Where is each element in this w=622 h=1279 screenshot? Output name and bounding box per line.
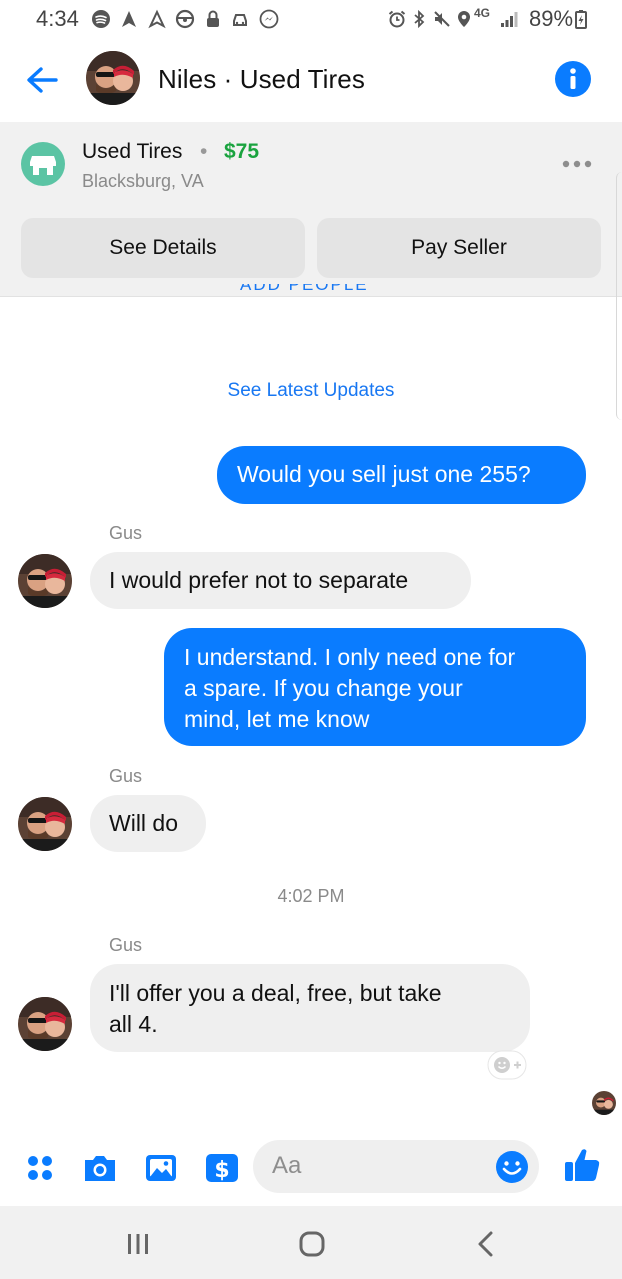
- message-text: Will do: [109, 810, 179, 836]
- listing-price: $75: [224, 140, 260, 163]
- shop-icon: [21, 142, 65, 186]
- image-icon[interactable]: [141, 1148, 181, 1188]
- message-timestamp: 4:02 PM: [277, 886, 345, 906]
- seen-avatar: [592, 1091, 616, 1115]
- sender-name: Gus: [109, 935, 143, 955]
- message-line: I understand. I only need one for: [184, 644, 516, 670]
- message-outgoing[interactable]: I understand. I only need one for a spar…: [164, 628, 586, 746]
- bluetooth-icon: [408, 8, 430, 30]
- mute-icon: [431, 8, 453, 30]
- payment-icon[interactable]: $: [202, 1148, 242, 1188]
- message-line: mind, let me know: [184, 706, 370, 732]
- message-outgoing[interactable]: Would you sell just one 255?: [217, 446, 586, 504]
- message-text: I would prefer not to separate: [109, 567, 409, 593]
- emoji-icon[interactable]: [495, 1150, 529, 1184]
- message-incoming[interactable]: I would prefer not to separate: [90, 552, 471, 609]
- avatar[interactable]: [86, 51, 140, 105]
- see-details-button[interactable]: See Details: [21, 218, 305, 278]
- see-latest-updates-link[interactable]: See Latest Updates: [0, 380, 622, 402]
- svg-text:$: $: [214, 1158, 229, 1183]
- message-line: I'll offer you a deal, free, but take: [109, 980, 442, 1006]
- alarm-icon: [386, 8, 408, 30]
- pay-seller-button[interactable]: Pay Seller: [317, 218, 601, 278]
- sender-name: Gus: [109, 766, 143, 786]
- add-reaction-icon[interactable]: [487, 1050, 527, 1080]
- add-people-link[interactable]: ADD PEOPLE: [240, 284, 369, 302]
- scroll-edge: [616, 172, 622, 420]
- back-arrow-icon[interactable]: [22, 60, 62, 100]
- steering-wheel-icon: [174, 8, 196, 30]
- thumbs-up-icon[interactable]: [562, 1145, 602, 1185]
- message-input-placeholder: Aa: [272, 1152, 302, 1179]
- status-time: 4:34: [36, 6, 79, 31]
- signal-icon: [498, 8, 520, 30]
- spotify-icon: [90, 8, 112, 30]
- status-bar: 4:34 4G 89%: [0, 0, 622, 40]
- info-icon[interactable]: [555, 61, 591, 97]
- message-line: a spare. If you change your: [184, 675, 463, 701]
- home-icon[interactable]: [292, 1226, 332, 1262]
- page-title: Niles · Used Tires: [158, 64, 365, 94]
- lock-icon: [202, 8, 224, 30]
- battery-percent: 89%: [529, 6, 574, 31]
- recent-apps-icon[interactable]: [118, 1226, 158, 1262]
- message-incoming[interactable]: Will do: [90, 795, 206, 852]
- listing-title[interactable]: Used Tires: [82, 140, 182, 164]
- navigation-outline-icon: [146, 8, 168, 30]
- listing-separator: •: [200, 140, 208, 163]
- add-people-label: ADD PEOPLE: [240, 284, 369, 294]
- location-icon: [453, 8, 475, 30]
- listing-location: Blacksburg, VA: [82, 171, 204, 191]
- car-icon: [230, 8, 252, 30]
- message-line: all 4.: [109, 1011, 158, 1037]
- messenger-icon: [258, 8, 280, 30]
- more-options-icon[interactable]: [560, 152, 594, 176]
- message-incoming[interactable]: I'll offer you a deal, free, but take al…: [90, 964, 530, 1052]
- avatar[interactable]: [18, 554, 72, 608]
- avatar[interactable]: [18, 797, 72, 851]
- network-type: 4G: [474, 6, 491, 20]
- camera-icon[interactable]: [80, 1148, 120, 1188]
- apps-icon[interactable]: [20, 1148, 60, 1188]
- sender-name: Gus: [109, 523, 143, 543]
- back-nav-icon[interactable]: [466, 1226, 506, 1262]
- battery-icon: [570, 8, 592, 30]
- message-text: Would you sell just one 255?: [237, 461, 531, 487]
- avatar[interactable]: [18, 997, 72, 1051]
- navigation-icon: [118, 8, 140, 30]
